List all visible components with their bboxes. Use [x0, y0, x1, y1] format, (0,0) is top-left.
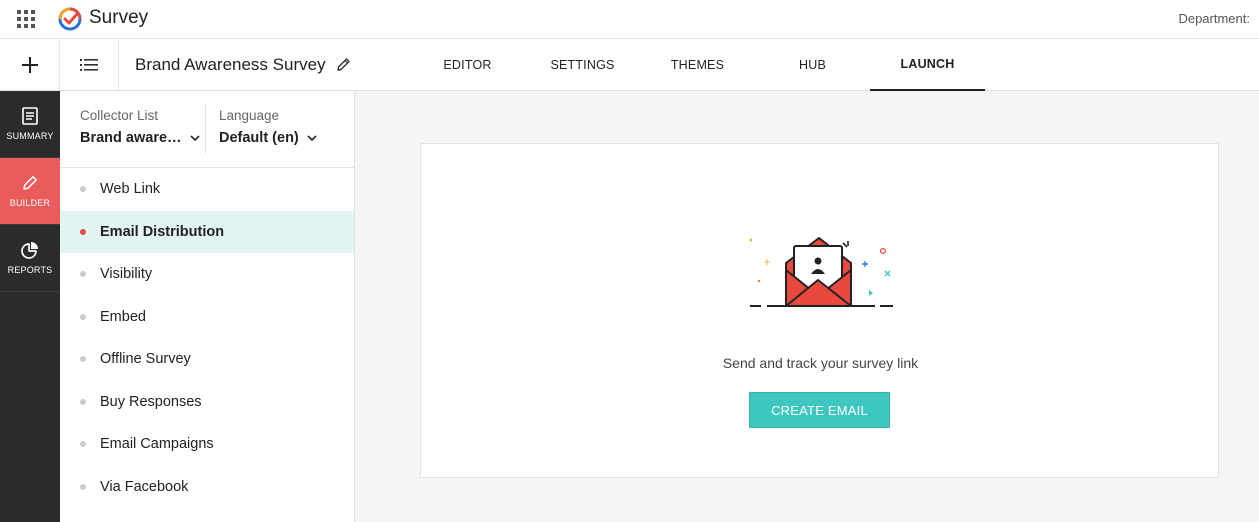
- tab-settings[interactable]: SETTINGS: [525, 39, 640, 91]
- bullet-icon: [80, 313, 86, 320]
- pie-chart-icon: [21, 242, 38, 259]
- create-email-button[interactable]: CREATE EMAIL: [749, 392, 890, 428]
- menu-item-label: Via Facebook: [100, 478, 189, 495]
- menu-item-email-campaigns[interactable]: Email Campaigns: [60, 423, 354, 466]
- bullet-icon: [80, 228, 86, 235]
- rail-item-label: SUMMARY: [6, 131, 54, 141]
- collector-list-value-row: Brand aware…: [80, 130, 200, 146]
- app-title: Survey: [89, 7, 149, 28]
- chevron-down-icon: [307, 135, 317, 141]
- launch-options-panel: Collector List Brand aware… Language Def…: [60, 91, 355, 522]
- language-label: Language: [219, 108, 280, 123]
- language-selector[interactable]: Language Default (en): [219, 108, 317, 146]
- menu-item-label: Email Distribution: [100, 223, 225, 240]
- chevron-down-icon: [189, 135, 200, 141]
- bullet-icon: [80, 441, 86, 448]
- list-icon: [80, 58, 98, 71]
- menu-item-label: Web Link: [100, 181, 161, 198]
- survey-header-bar: Brand Awareness Survey EDITOR SETTINGS T…: [0, 39, 1259, 91]
- language-value: Default (en): [219, 130, 299, 146]
- menu-item-web-link[interactable]: Web Link: [60, 168, 354, 211]
- menu-item-email-distribution[interactable]: Email Distribution: [60, 210, 354, 253]
- survey-logo-icon: [58, 7, 82, 31]
- tab-launch[interactable]: LAUNCH: [870, 39, 985, 91]
- menu-item-label: Visibility: [100, 266, 153, 283]
- menu-item-via-facebook[interactable]: Via Facebook: [60, 466, 354, 509]
- bullet-icon: [80, 356, 86, 363]
- top-bar: Survey Department:: [0, 0, 1259, 39]
- menu-item-label: Email Campaigns: [100, 436, 214, 453]
- rail-item-label: BUILDER: [9, 198, 51, 208]
- app-grid-icon[interactable]: [17, 10, 35, 28]
- menu-item-offline-survey[interactable]: Offline Survey: [60, 338, 354, 381]
- panel-header: Collector List Brand aware… Language Def…: [60, 91, 354, 168]
- email-distribution-card: Send and track your survey link CREATE E…: [420, 143, 1219, 478]
- tab-hub[interactable]: HUB: [755, 39, 870, 91]
- main-content: Send and track your survey link CREATE E…: [355, 91, 1259, 522]
- rail-item-reports[interactable]: REPORTS: [0, 225, 60, 292]
- new-survey-button[interactable]: [0, 39, 60, 90]
- department-label[interactable]: Department:: [1178, 11, 1250, 26]
- menu-item-label: Offline Survey: [100, 351, 191, 368]
- survey-list-button[interactable]: [60, 39, 119, 90]
- menu-item-label: Buy Responses: [100, 393, 202, 410]
- collector-list-value: Brand aware…: [80, 130, 182, 146]
- document-icon: [22, 107, 38, 125]
- divider: [205, 104, 206, 154]
- bullet-icon: [80, 186, 86, 193]
- rail-item-summary[interactable]: SUMMARY: [0, 91, 60, 158]
- collector-list-label: Collector List: [80, 108, 159, 123]
- left-rail: SUMMARY BUILDER REPORTS: [0, 91, 60, 522]
- pencil-icon: [23, 176, 37, 190]
- bullet-icon: [80, 398, 86, 405]
- menu-item-visibility[interactable]: Visibility: [60, 253, 354, 296]
- rail-item-label: REPORTS: [7, 265, 53, 275]
- envelope-illustration-icon: [749, 237, 893, 307]
- tab-themes[interactable]: THEMES: [640, 39, 755, 91]
- rail-item-builder[interactable]: BUILDER: [0, 158, 60, 225]
- menu-item-buy-responses[interactable]: Buy Responses: [60, 381, 354, 424]
- tab-editor[interactable]: EDITOR: [410, 39, 525, 91]
- collector-list-selector[interactable]: Collector List Brand aware…: [80, 108, 200, 146]
- language-value-row: Default (en): [219, 130, 317, 146]
- survey-title: Brand Awareness Survey: [135, 55, 326, 74]
- main-tabs: EDITOR SETTINGS THEMES HUB LAUNCH: [410, 39, 985, 91]
- bullet-icon: [80, 483, 86, 490]
- plus-icon: [21, 56, 38, 73]
- edit-title-icon[interactable]: [336, 57, 351, 72]
- bullet-icon: [80, 271, 86, 278]
- menu-item-label: Embed: [100, 308, 146, 325]
- empty-state-message: Send and track your survey link: [722, 355, 919, 371]
- menu-item-embed[interactable]: Embed: [60, 296, 354, 339]
